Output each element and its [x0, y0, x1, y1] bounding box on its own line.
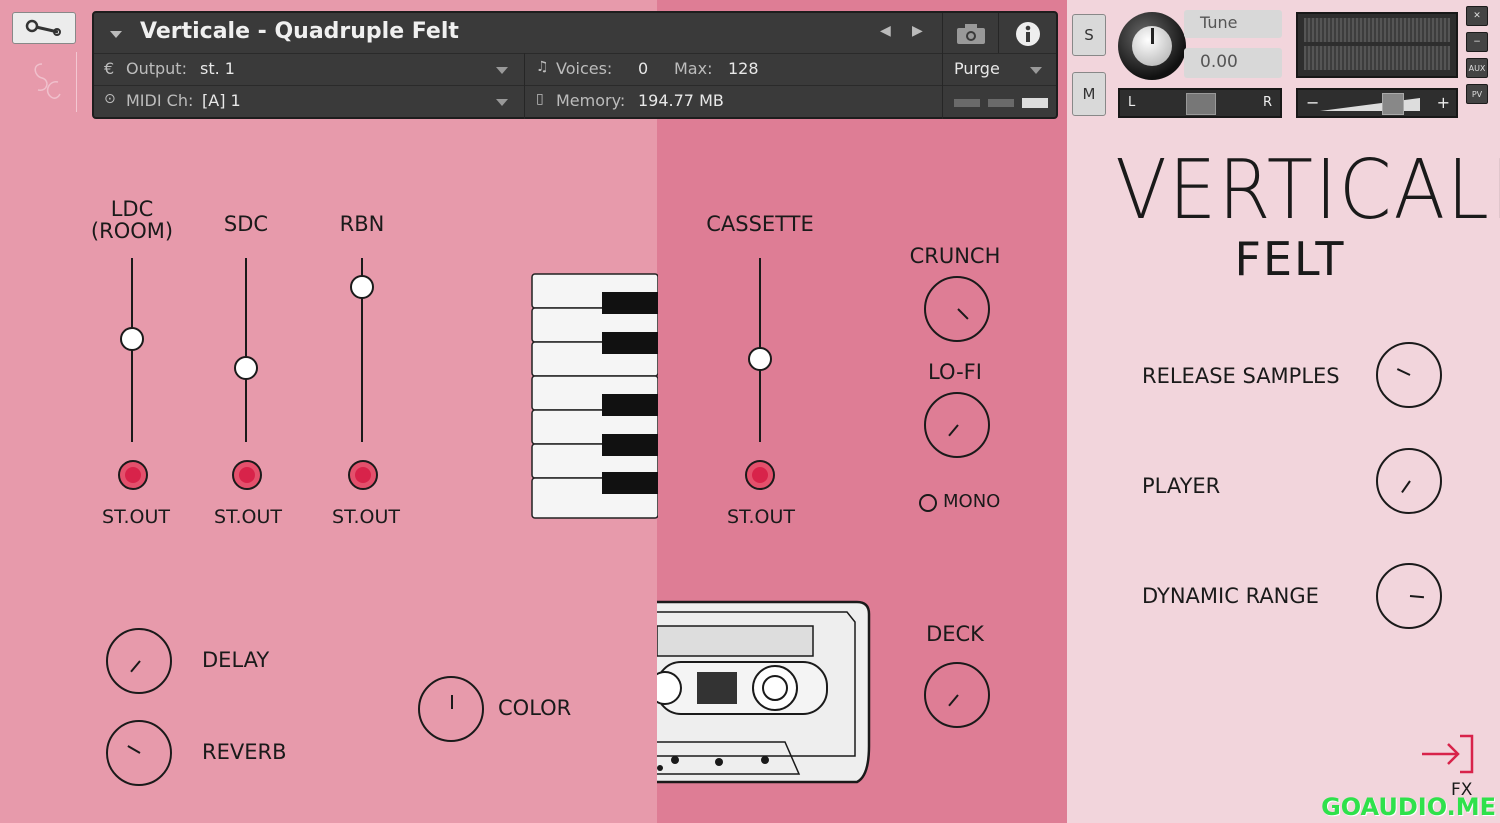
st-out-label-rbn: ST.OUT [332, 506, 400, 528]
voices-icon: ♫ [536, 59, 549, 75]
color-label: COLOR [498, 696, 572, 720]
st-out-label-sdc: ST.OUT [214, 506, 282, 528]
reverb-knob[interactable] [106, 720, 172, 786]
memory-label: Memory: [556, 91, 626, 110]
right-panel-background [1067, 0, 1500, 823]
st-out-button-rbn[interactable] [348, 460, 378, 490]
output-icon: € [104, 59, 115, 78]
crunch-label: CRUNCH [909, 244, 1001, 268]
output-label: Output: [126, 59, 187, 78]
deck-label: DECK [926, 622, 984, 646]
st-out-button-cassette[interactable] [745, 460, 775, 490]
pan-right-label: R [1262, 95, 1272, 110]
collapse-icon[interactable] [110, 31, 122, 38]
pan-slider[interactable]: L R [1118, 88, 1282, 118]
memory-value: 194.77 MB [638, 91, 724, 110]
pan-left-label: L [1128, 95, 1136, 110]
close-button[interactable]: ✕ [1466, 6, 1488, 26]
instrument-header: Verticale - Quadruple Felt ◀ ▶ € Output:… [92, 11, 1058, 119]
instrument-title[interactable]: Verticale - Quadruple Felt [140, 19, 459, 44]
purge-dropdown-icon[interactable] [1030, 67, 1042, 74]
release-samples-knob[interactable] [1376, 342, 1442, 408]
delay-label: DELAY [202, 648, 270, 672]
volume-slider-handle[interactable] [1382, 93, 1404, 115]
color-knob[interactable] [418, 676, 484, 742]
purge-meter-2 [988, 99, 1014, 107]
solo-button[interactable]: S [1072, 14, 1106, 56]
info-icon[interactable] [1015, 21, 1041, 47]
fx-arrow-icon[interactable] [1420, 734, 1476, 774]
tune-label: Tune [1184, 10, 1282, 38]
mono-toggle[interactable] [919, 494, 937, 512]
memory-icon: ▯ [536, 91, 544, 107]
sc-logo [14, 52, 77, 112]
st-out-label-cassette: ST.OUT [727, 506, 795, 528]
level-meter-left [1304, 18, 1450, 42]
crunch-knob[interactable] [924, 276, 990, 342]
cassette-illustration [657, 600, 871, 784]
st-out-label-ldc: ST.OUT [102, 506, 170, 528]
camera-icon[interactable] [956, 23, 986, 45]
midi-label: MIDI Ch: [126, 91, 194, 110]
midi-icon: ⊙ [104, 91, 116, 107]
player-knob[interactable] [1376, 448, 1442, 514]
player-label: PLAYER [1142, 474, 1221, 498]
volume-plus[interactable]: + [1437, 93, 1450, 112]
mute-button[interactable]: M [1072, 72, 1106, 116]
volume-ramp-icon [1320, 98, 1420, 111]
release-samples-label: RELEASE SAMPLES [1142, 364, 1340, 388]
volume-slider[interactable]: − + [1296, 88, 1458, 118]
fader-track-sdc[interactable] [245, 258, 247, 442]
wrench-button[interactable] [12, 12, 76, 44]
dynamic-range-label: DYNAMIC RANGE [1142, 584, 1319, 608]
fader-label-sdc: SDC [223, 212, 269, 236]
purge-menu[interactable]: Purge [954, 59, 1000, 78]
output-dropdown-icon[interactable] [496, 67, 508, 74]
brand-title: VERTICALE [1115, 143, 1500, 238]
header-row-output: € Output: st. 1 ♫ Voices: 0 Max: 128 Pur… [94, 53, 1056, 86]
header-row-midi: ⊙ MIDI Ch: [A] 1 ▯ Memory: 194.77 MB [94, 85, 1056, 119]
pan-slider-handle[interactable] [1186, 93, 1216, 115]
lofi-knob[interactable] [924, 392, 990, 458]
piano-keys-illustration [531, 273, 658, 519]
level-meter [1296, 12, 1458, 78]
lofi-label: LO-FI [928, 360, 982, 384]
tune-knob[interactable] [1118, 12, 1186, 80]
midi-dropdown-icon[interactable] [496, 99, 508, 106]
delay-knob[interactable] [106, 628, 172, 694]
purge-meter-1 [954, 99, 980, 107]
midi-channel-select[interactable]: [A] 1 [202, 91, 241, 110]
aux-button[interactable]: AUX [1466, 58, 1488, 78]
deck-knob[interactable] [924, 662, 990, 728]
mono-label: MONO [943, 491, 1001, 512]
tune-knob-indicator [1151, 28, 1154, 44]
pv-button[interactable]: PV [1466, 84, 1488, 104]
max-voices-value[interactable]: 128 [728, 59, 759, 78]
fader-label-rbn: RBN [339, 212, 385, 236]
dynamic-range-knob[interactable] [1376, 563, 1442, 629]
max-label: Max: [674, 59, 713, 78]
fader-handle-ldc[interactable] [120, 326, 144, 351]
st-out-button-sdc[interactable] [232, 460, 262, 490]
next-preset-icon[interactable]: ▶ [912, 23, 923, 39]
fader-label-cassette: CASSETTE [706, 212, 814, 236]
wrench-icon [25, 19, 61, 36]
output-select[interactable]: st. 1 [200, 59, 235, 78]
header-title-row: Verticale - Quadruple Felt ◀ ▶ [94, 13, 1056, 54]
fader-label-ldc: LDC (ROOM) [90, 197, 174, 243]
reverb-label: REVERB [202, 740, 287, 764]
level-meter-right [1304, 46, 1450, 70]
watermark-text: GOAUDIO.ME [1321, 793, 1496, 821]
volume-minus[interactable]: − [1306, 93, 1319, 112]
minimize-button[interactable]: − [1466, 32, 1488, 52]
tune-value[interactable]: 0.00 [1184, 48, 1282, 78]
voices-value: 0 [638, 59, 649, 78]
voices-label: Voices: [556, 59, 613, 78]
fader-handle-cassette[interactable] [748, 347, 772, 372]
brand-subtitle: FELT [1234, 232, 1346, 286]
st-out-button-ldc[interactable] [118, 460, 148, 490]
purge-meter-3 [1022, 98, 1048, 108]
prev-preset-icon[interactable]: ◀ [880, 23, 891, 39]
